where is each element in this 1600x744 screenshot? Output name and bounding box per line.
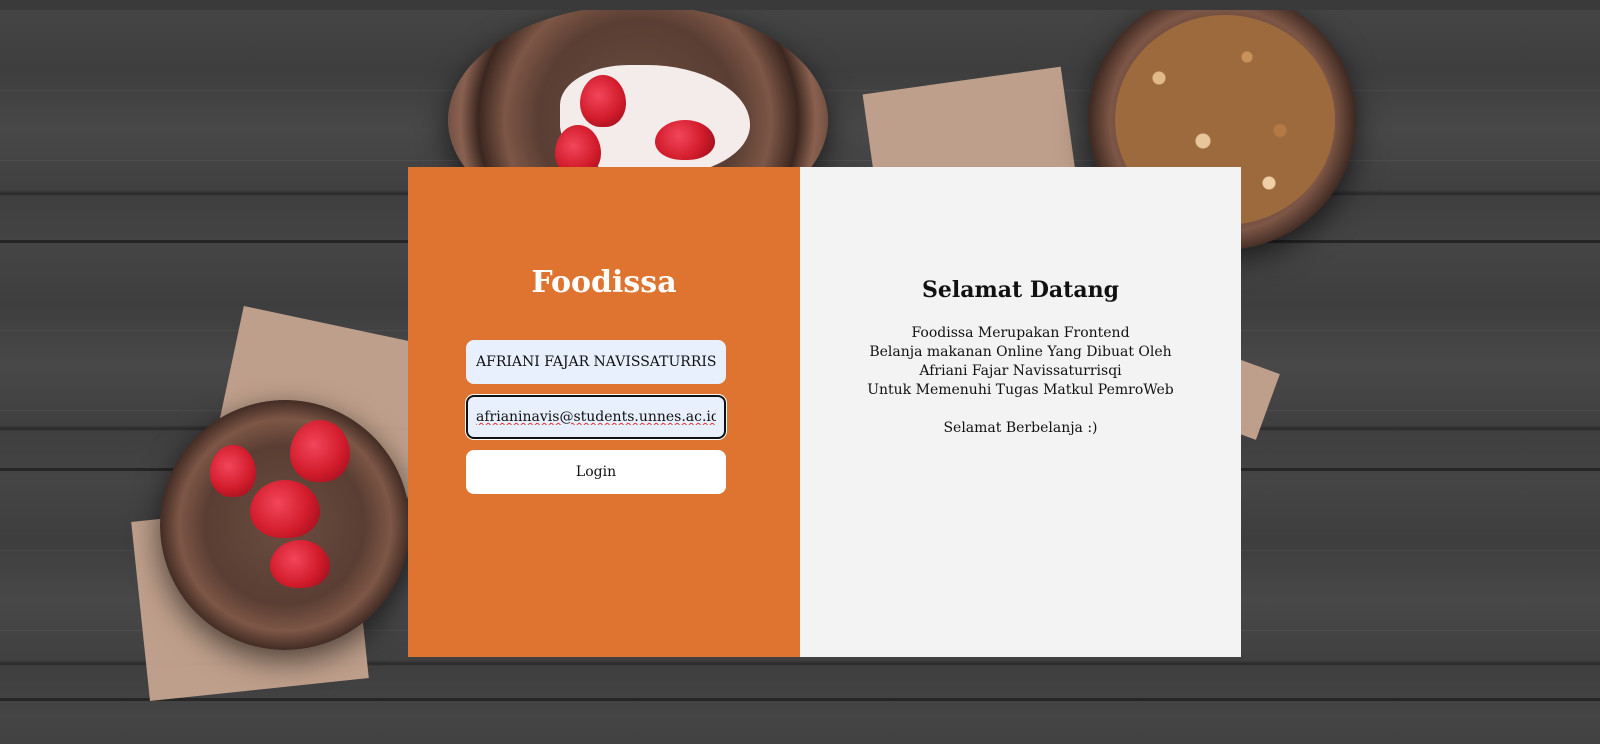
strawberry bbox=[290, 420, 350, 482]
strawberry bbox=[210, 445, 256, 497]
welcome-title: Selamat Datang bbox=[922, 277, 1119, 303]
login-card: Foodissa Login Selamat Datang Foodissa M… bbox=[408, 167, 1241, 657]
description-line: Untuk Memenuhi Tugas Matkul PemroWeb bbox=[867, 382, 1174, 398]
welcome-description: Foodissa Merupakan Frontend Belanja maka… bbox=[800, 324, 1241, 438]
login-button[interactable]: Login bbox=[466, 450, 726, 494]
description-line: Belanja makanan Online Yang Dibuat Oleh bbox=[869, 344, 1172, 360]
closing-text: Selamat Berbelanja :) bbox=[943, 420, 1098, 436]
brand-title: Foodissa bbox=[531, 265, 677, 300]
strawberry bbox=[655, 120, 715, 160]
strawberry bbox=[580, 75, 626, 127]
description-line: Foodissa Merupakan Frontend bbox=[911, 325, 1130, 341]
description-line: Afriani Fajar Navissaturrisqi bbox=[919, 363, 1122, 379]
strawberry bbox=[250, 480, 320, 538]
login-panel: Foodissa Login bbox=[408, 167, 800, 657]
name-input[interactable] bbox=[466, 340, 726, 384]
wood-seam bbox=[0, 698, 1600, 701]
welcome-panel: Selamat Datang Foodissa Merupakan Fronte… bbox=[800, 167, 1241, 657]
email-input[interactable] bbox=[466, 395, 726, 439]
strawberry bbox=[270, 540, 330, 588]
